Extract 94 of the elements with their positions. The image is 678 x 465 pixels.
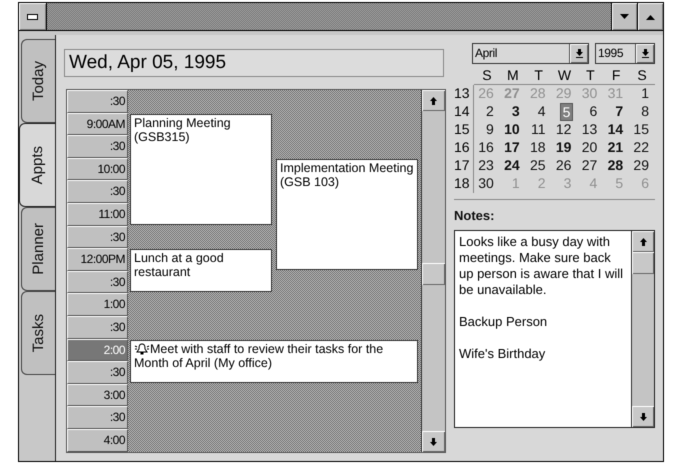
week-number: 14 (454, 103, 474, 121)
weekday-label: S (629, 67, 655, 85)
week-number: 17 (454, 157, 474, 175)
time-slot-label[interactable]: :30 (67, 90, 128, 113)
time-slot-label[interactable]: :30 (67, 361, 128, 384)
calendar-day[interactable]: 23 (476, 157, 496, 175)
time-slot-label[interactable]: :30 (67, 316, 128, 339)
appointment[interactable]: Implementation Meeting (GSB 103) (276, 158, 418, 270)
time-slot-label[interactable]: 11:00 (67, 202, 128, 226)
notes-field[interactable]: Looks like a busy day with meetings. Make sure back up person is aware that I will be unavailable. Backup Person Wife's Birthday (454, 230, 655, 428)
appointment[interactable]: Lunch at a good restaurant (130, 249, 272, 292)
calendar-day[interactable]: 21 (606, 139, 626, 157)
calendar-day[interactable]: 12 (554, 121, 574, 139)
scroll-bar[interactable] (631, 231, 654, 427)
calendar-day[interactable]: 3 (510, 103, 522, 121)
calendar-day[interactable]: 15 (631, 121, 651, 139)
side-tab[interactable]: Appts (19, 123, 55, 207)
week-number: 15 (454, 121, 474, 139)
year-dropdown[interactable]: 1995 (595, 43, 655, 64)
dropdown-arrow-icon (576, 49, 582, 58)
calendar-day[interactable]: 30 (476, 175, 496, 193)
weekday-label: W (552, 67, 578, 85)
calendar-day[interactable]: 24 (502, 157, 522, 175)
up-arrow-icon (646, 14, 655, 20)
month-dropdown[interactable]: April (472, 43, 589, 64)
time-slot-label[interactable]: 4:00 (67, 428, 128, 452)
note-text: Looks like a busy day with meetings. Make sure back up person is aware that I will be unavailable. (459, 234, 624, 298)
time-slot-label[interactable]: 9:00AM (67, 112, 128, 136)
calendar-day[interactable]: 9 (484, 121, 496, 139)
scroll-up-button[interactable] (632, 231, 654, 252)
time-slot-label[interactable]: :30 (67, 226, 128, 248)
scroll-down-button[interactable] (632, 406, 654, 427)
time-slot-label[interactable]: :30 (67, 180, 128, 203)
time-slot-label[interactable]: 1:00 (67, 293, 128, 316)
time-slot-label[interactable]: 12:00PM (67, 248, 128, 271)
scroll-up-button[interactable] (422, 90, 445, 111)
scroll-down-button[interactable] (422, 431, 445, 452)
calendar-day[interactable]: 13 (580, 121, 600, 139)
calendar-day[interactable]: 7 (613, 103, 626, 121)
notes-label: Notes: (454, 208, 496, 223)
time-slot-label[interactable]: :30 (67, 135, 128, 158)
calendar-day[interactable]: 17 (502, 139, 522, 157)
side-tab[interactable]: Today (21, 39, 55, 123)
weekday-label: M (500, 67, 526, 85)
week-number: 18 (454, 175, 474, 193)
calendar-day[interactable]: 26 (554, 157, 574, 175)
calendar-day[interactable]: 6 (587, 103, 600, 121)
appointment[interactable]: Meet with staff to review their tasks for the Month of April (My office) (130, 340, 418, 383)
side-tab[interactable]: Tasks (21, 291, 55, 375)
scroll-bar[interactable] (421, 90, 445, 452)
calendar-day[interactable]: 5 (560, 103, 574, 121)
time-slot-label[interactable]: 10:00 (67, 158, 128, 180)
weekday-label: T (526, 67, 552, 85)
time-slot-label[interactable]: 3:00 (67, 384, 128, 406)
calendar-day[interactable]: 25 (528, 157, 548, 175)
note-text: Backup Person (459, 314, 548, 330)
calendar-day[interactable]: 18 (528, 139, 548, 157)
time-slot-label[interactable]: :30 (67, 270, 128, 294)
side-tab[interactable]: Planner (21, 207, 55, 291)
calendar-day[interactable]: 4 (536, 103, 548, 121)
calendar-day[interactable]: 10 (502, 121, 522, 139)
calendar-day[interactable]: 1 (639, 85, 651, 103)
calendar-day[interactable]: 29 (631, 157, 651, 175)
scroll-thumb[interactable] (632, 252, 654, 274)
weekday-label: T (577, 67, 604, 85)
up-arrow-icon (640, 238, 646, 246)
calendar-day[interactable]: 27 (580, 157, 600, 175)
calendar-day[interactable]: 14 (606, 121, 626, 139)
up-arrow-icon (430, 96, 437, 104)
calendar-day[interactable]: 11 (529, 121, 548, 139)
calendar-day[interactable]: 8 (639, 103, 651, 121)
weekday-label: S (474, 67, 500, 85)
time-slot-label[interactable]: :30 (67, 406, 128, 429)
system-menu-button[interactable] (19, 3, 47, 30)
down-arrow-icon (430, 438, 437, 446)
date-field[interactable]: Wed, Apr 05, 1995 (64, 49, 444, 77)
minimize-button[interactable] (611, 3, 637, 30)
note-text: Wife's Birthday (459, 346, 546, 362)
calendar-day[interactable]: 22 (631, 139, 651, 157)
time-slot-label[interactable]: 2:00 (67, 338, 128, 362)
calendar-day[interactable]: 20 (580, 139, 600, 157)
calendar-day[interactable]: 2 (484, 103, 496, 121)
scroll-thumb[interactable] (422, 263, 445, 285)
week-number: 13 (454, 85, 474, 103)
down-arrow-icon (640, 412, 646, 420)
calendar-day[interactable]: 28 (606, 157, 626, 175)
maximize-button[interactable] (637, 3, 663, 30)
weekday-label: F (603, 67, 630, 85)
appointment[interactable]: Planning Meeting (GSB315) (130, 114, 272, 225)
dropdown-arrow-icon (642, 49, 648, 58)
down-arrow-icon (620, 14, 629, 20)
week-number: 16 (454, 139, 474, 157)
calendar-day[interactable]: 16 (476, 139, 496, 157)
calendar-day[interactable]: 19 (554, 139, 574, 157)
